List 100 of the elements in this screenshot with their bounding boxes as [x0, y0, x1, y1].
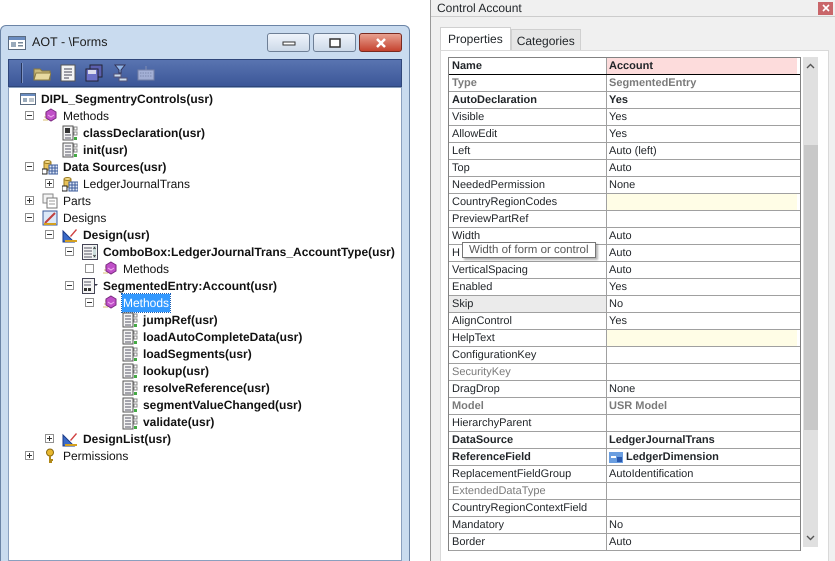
tab[interactable]: Properties — [440, 27, 511, 50]
tree-item[interactable]: DIPL_SegmentryControls(usr) — [40, 90, 214, 108]
collapse-toggle[interactable] — [65, 247, 74, 256]
tree-item[interactable]: validate(usr) — [142, 412, 216, 430]
tree-item[interactable]: Data Sources(usr) — [62, 158, 168, 176]
property-value[interactable]: Auto — [607, 534, 797, 550]
property-name[interactable]: Border — [452, 536, 486, 548]
collapse-toggle[interactable] — [25, 213, 34, 222]
property-value[interactable]: Yes — [607, 313, 797, 329]
filter-icon[interactable] — [111, 64, 129, 82]
property-value[interactable]: Auto — [607, 228, 797, 244]
method-icon — [122, 328, 138, 344]
property-name[interactable]: ReferenceField — [452, 451, 531, 463]
property-name[interactable]: Left — [452, 145, 470, 157]
tree-item[interactable]: classDeclaration(usr) — [82, 124, 206, 142]
minus-icon — [66, 282, 73, 289]
property-name[interactable]: CountryRegionContextField — [452, 502, 588, 514]
property-value[interactable]: None — [607, 381, 797, 397]
minus-icon — [26, 112, 33, 119]
collapse-toggle[interactable] — [25, 111, 34, 120]
tree-item[interactable]: Permissions — [62, 446, 130, 464]
close-button[interactable] — [359, 33, 402, 52]
gems-icon — [42, 108, 58, 124]
tree-item[interactable]: loadAutoCompleteData(usr) — [142, 328, 304, 346]
property-name[interactable]: H — [452, 247, 460, 259]
method-icon — [122, 396, 138, 412]
tree-item[interactable]: SegmentedEntry:Account(usr) — [102, 276, 278, 294]
property-value[interactable]: No — [607, 296, 797, 312]
maximize-button[interactable] — [313, 33, 356, 52]
tree-item[interactable]: ComboBox:LedgerJournalTrans_AccountType(usr) — [102, 242, 396, 260]
tree-item[interactable]: Design(usr) — [82, 226, 151, 244]
property-name[interactable]: AutoDeclaration — [452, 94, 537, 106]
collapse-toggle[interactable] — [45, 230, 54, 239]
value-text: LedgerDimension — [626, 450, 719, 465]
scrollbar[interactable] — [803, 57, 818, 547]
gems-icon — [102, 294, 118, 310]
property-name[interactable]: AlignControl — [452, 315, 512, 327]
expand-toggle[interactable] — [25, 196, 34, 205]
property-name[interactable]: VerticalSpacing — [452, 264, 528, 276]
property-name[interactable]: Width — [452, 230, 480, 242]
property-value[interactable]: Auto — [607, 160, 797, 176]
property-name[interactable]: CountryRegionCodes — [452, 196, 558, 208]
property-name[interactable]: HelpText — [452, 332, 495, 344]
value-field[interactable] — [607, 330, 797, 346]
tree-item[interactable]: LedgerJournalTrans — [82, 174, 191, 192]
property-name[interactable]: Top — [452, 162, 470, 174]
property-name[interactable]: AllowEdit — [452, 128, 498, 140]
tree-item[interactable]: Methods — [62, 106, 110, 124]
tree-item[interactable]: lookup(usr) — [142, 362, 210, 380]
property-value[interactable]: Yes — [607, 109, 797, 125]
expand-toggle[interactable] — [45, 179, 54, 188]
document-icon[interactable] — [59, 64, 77, 82]
property-name[interactable]: Visible — [452, 111, 484, 123]
property-name[interactable]: Skip — [452, 298, 474, 310]
property-name[interactable]: NeededPermission — [452, 179, 545, 191]
property-name[interactable]: Mandatory — [452, 519, 504, 531]
property-name[interactable]: ReplacementFieldGroup — [452, 468, 572, 480]
tree-item[interactable]: init(usr) — [82, 140, 129, 158]
method-icon — [62, 142, 78, 158]
property-value[interactable]: Auto (left) — [607, 143, 797, 159]
expand-toggle[interactable] — [45, 434, 54, 443]
property-value[interactable]: Account — [607, 58, 797, 74]
property-value[interactable]: No — [607, 517, 797, 533]
empty-toggle[interactable] — [85, 264, 94, 273]
property-name[interactable]: DragDrop — [452, 383, 500, 395]
floppy-icon[interactable] — [85, 64, 103, 82]
property-name[interactable]: ConfigurationKey — [452, 349, 536, 361]
property-value[interactable]: Yes — [607, 126, 797, 142]
tree-item[interactable]: resolveReference(usr) — [142, 378, 271, 396]
property-value[interactable]: Auto — [607, 245, 797, 261]
collapse-toggle[interactable] — [65, 281, 74, 290]
property-name[interactable]: Name — [452, 60, 482, 72]
collapse-toggle[interactable] — [85, 298, 94, 307]
tree-item[interactable]: Parts — [62, 192, 92, 210]
tree-item[interactable]: loadSegments(usr) — [142, 344, 253, 362]
tree-item[interactable]: DesignList(usr) — [82, 430, 172, 448]
tree-item[interactable]: Designs — [62, 208, 108, 226]
minimize-button[interactable] — [267, 33, 310, 52]
scroll-up-icon[interactable] — [806, 63, 815, 69]
value-field[interactable] — [607, 194, 797, 210]
property-value[interactable]: Yes — [607, 279, 797, 295]
tab[interactable]: Categories — [510, 29, 581, 50]
property-value[interactable]: AutoIdentification — [607, 466, 797, 482]
property-name[interactable]: PreviewPartRef — [452, 213, 528, 225]
scroll-down-icon[interactable] — [806, 535, 815, 541]
property-value[interactable]: Auto — [607, 262, 797, 278]
method-icon — [122, 380, 138, 396]
minimize-icon — [282, 40, 296, 46]
close-icon — [822, 4, 830, 12]
tree-item[interactable]: jumpRef(usr) — [142, 310, 219, 328]
property-value[interactable]: None — [607, 177, 797, 193]
tree-item[interactable]: segmentValueChanged(usr) — [142, 396, 303, 414]
collapse-toggle[interactable] — [25, 162, 34, 171]
property-value[interactable]: LedgerJournalTrans — [607, 432, 797, 448]
property-name[interactable]: Enabled — [452, 281, 492, 293]
tree-item[interactable]: Methods — [122, 260, 170, 278]
expand-toggle[interactable] — [25, 451, 34, 460]
property-name[interactable]: HierarchyParent — [452, 417, 532, 429]
property-name[interactable]: DataSource — [452, 434, 514, 446]
property-value[interactable]: Yes — [607, 92, 797, 108]
